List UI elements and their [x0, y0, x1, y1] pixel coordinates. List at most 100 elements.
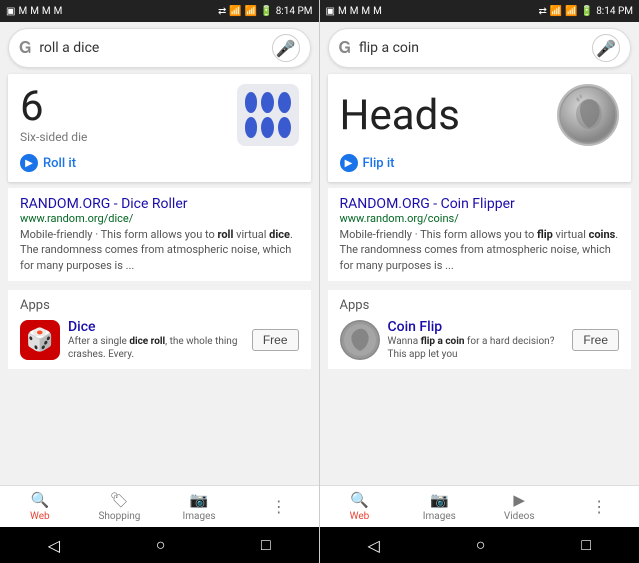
url-path-right: coins/ — [428, 212, 459, 225]
home-button-left[interactable]: ○ — [156, 535, 166, 555]
sync-icon-r: ⇄ — [538, 6, 546, 17]
dot5 — [261, 117, 274, 138]
search-query-left: roll a dice — [39, 40, 271, 56]
flip-icon: ▶ — [340, 154, 358, 172]
gmail-icon1: M — [18, 6, 27, 17]
coin-app-svg — [340, 320, 380, 360]
dot4 — [245, 117, 258, 138]
more-icon-right: ⋮ — [591, 497, 607, 516]
videos-icon-right: ▶ — [513, 491, 525, 509]
time-left: 8:14 PM — [276, 6, 313, 17]
carrier-icon-r: ▣ — [326, 6, 335, 17]
result-title-left[interactable]: RANDOM.ORG - Dice Roller — [20, 196, 299, 212]
flip-button[interactable]: ▶ Flip it — [340, 154, 620, 172]
nav-more-left[interactable]: ⋮ — [239, 497, 319, 516]
roll-button[interactable]: ▶ Roll it — [20, 154, 299, 172]
gmail-icon-r1: M — [338, 6, 347, 17]
search-bar-left[interactable]: 𝐆 roll a dice 🎤 — [8, 28, 311, 68]
bottom-nav-right: 🔍 Web 📷 Images ▶ Videos ⋮ — [320, 485, 639, 527]
flip-label: Flip it — [363, 156, 395, 171]
home-button-right[interactable]: ○ — [476, 535, 486, 555]
battery-icon-r: 🔋 — [581, 6, 593, 17]
recents-button-right[interactable]: □ — [581, 535, 591, 555]
mic-button-left[interactable]: 🎤 — [272, 34, 300, 62]
coin-app-info: Coin Flip Wanna flip a coin for a hard d… — [388, 319, 565, 361]
web-icon-left: 🔍 — [30, 491, 49, 509]
images-label-left: Images — [183, 511, 216, 522]
google-icon-left: 𝐆 — [19, 38, 31, 58]
time-right: 8:14 PM — [596, 6, 633, 17]
dot1 — [245, 92, 258, 113]
mic-button-right[interactable]: 🎤 — [592, 34, 620, 62]
divider-right — [328, 285, 632, 286]
search-result-right: RANDOM.ORG - Coin Flipper www.random.org… — [328, 188, 632, 281]
coin-app-desc: Wanna flip a coin for a hard decision? T… — [388, 335, 565, 361]
coin-visual — [557, 84, 619, 146]
carrier-icon: ▣ — [6, 6, 15, 17]
wifi-icon-r: 📶 — [550, 6, 562, 17]
dice-app-info: Dice After a single dice roll, the whole… — [68, 319, 244, 361]
status-icons-right: ⇄ 📶 📶 🔋 8:14 PM — [218, 6, 313, 17]
nav-videos-right[interactable]: ▶ Videos — [479, 491, 559, 522]
coin-result-card: Heads — [328, 74, 632, 182]
dice-number: 6 — [20, 86, 87, 128]
images-icon-left: 📷 — [190, 491, 209, 509]
recents-button-left[interactable]: □ — [261, 535, 271, 555]
web-label-left: Web — [30, 511, 50, 522]
nav-images-right[interactable]: 📷 Images — [399, 491, 479, 522]
apps-section-right: Apps Coin Flip Wanna flip a coin for a h… — [328, 290, 632, 369]
coin-free-button[interactable]: Free — [572, 329, 619, 351]
gmail-icon2: M — [30, 6, 39, 17]
search-bar-right[interactable]: 𝐆 flip a coin 🎤 — [328, 28, 632, 68]
gmail-icon4: M — [54, 6, 63, 17]
dot2 — [261, 92, 274, 113]
nav-web-right[interactable]: 🔍 Web — [320, 491, 400, 522]
dice-app-icon: 🎲 — [20, 320, 60, 360]
images-icon-right: 📷 — [430, 491, 449, 509]
dice-label: Six-sided die — [20, 130, 87, 144]
roll-label: Roll it — [43, 156, 76, 171]
signal-icon: 📶 — [245, 6, 257, 17]
apps-label-left: Apps — [20, 298, 299, 313]
url-base-right: www.random.org/ — [340, 212, 428, 225]
right-panel: ▣ M M M M ⇄ 📶 📶 🔋 8:14 PM 𝐆 flip a coin … — [320, 0, 639, 563]
google-icon-right: 𝐆 — [339, 38, 351, 58]
dot3 — [278, 92, 291, 113]
dice-free-button[interactable]: Free — [252, 329, 299, 351]
gmail-icon-r2: M — [350, 6, 359, 17]
status-icons-left: ▣ M M M M — [6, 6, 62, 17]
nav-more-right[interactable]: ⋮ — [559, 497, 639, 516]
dice-result-card: 6 Six-sided die ▶ Roll it — [8, 74, 311, 182]
url-base-left: www.random.org/ — [20, 212, 108, 225]
left-panel: ▣ M M M M ⇄ 📶 📶 🔋 8:14 PM 𝐆 roll a dice … — [0, 0, 320, 563]
result-desc-left: Mobile-friendly · This form allows you t… — [20, 227, 299, 273]
search-query-right: flip a coin — [359, 40, 592, 56]
bottom-nav-left: 🔍 Web 🏷 Shopping 📷 Images ⋮ — [0, 485, 319, 527]
url-path-left: dice/ — [108, 212, 133, 225]
nav-shopping-left[interactable]: 🏷 Shopping — [80, 491, 160, 522]
back-button-left[interactable]: ◁ — [48, 536, 60, 555]
shopping-label-left: Shopping — [98, 511, 140, 522]
back-button-right[interactable]: ◁ — [367, 536, 379, 555]
coin-svg — [559, 86, 617, 144]
app-item-dice: 🎲 Dice After a single dice roll, the who… — [20, 319, 299, 361]
divider-left — [8, 285, 311, 286]
gmail-icon-r3: M — [361, 6, 370, 17]
signal-icon-r: 📶 — [565, 6, 577, 17]
status-bar-right: ▣ M M M M ⇄ 📶 📶 🔋 8:14 PM — [320, 0, 639, 22]
videos-label-right: Videos — [504, 511, 535, 522]
shopping-icon-left: 🏷 — [110, 491, 129, 509]
result-title-right[interactable]: RANDOM.ORG - Coin Flipper — [340, 196, 620, 212]
dice-app-name[interactable]: Dice — [68, 319, 244, 335]
sys-nav-left: ◁ ○ □ — [0, 527, 319, 563]
coin-app-name[interactable]: Coin Flip — [388, 319, 565, 335]
dice-app-desc: After a single dice roll, the whole thin… — [68, 335, 244, 361]
nav-web-left[interactable]: 🔍 Web — [0, 491, 80, 522]
status-icons-right-left: ▣ M M M M — [326, 6, 382, 17]
dice-face — [237, 84, 299, 146]
search-result-left: RANDOM.ORG - Dice Roller www.random.org/… — [8, 188, 311, 281]
status-icons-right-right: ⇄ 📶 📶 🔋 8:14 PM — [538, 6, 633, 17]
nav-images-left[interactable]: 📷 Images — [159, 491, 239, 522]
apps-label-right: Apps — [340, 298, 620, 313]
gmail-icon-r4: M — [373, 6, 382, 17]
